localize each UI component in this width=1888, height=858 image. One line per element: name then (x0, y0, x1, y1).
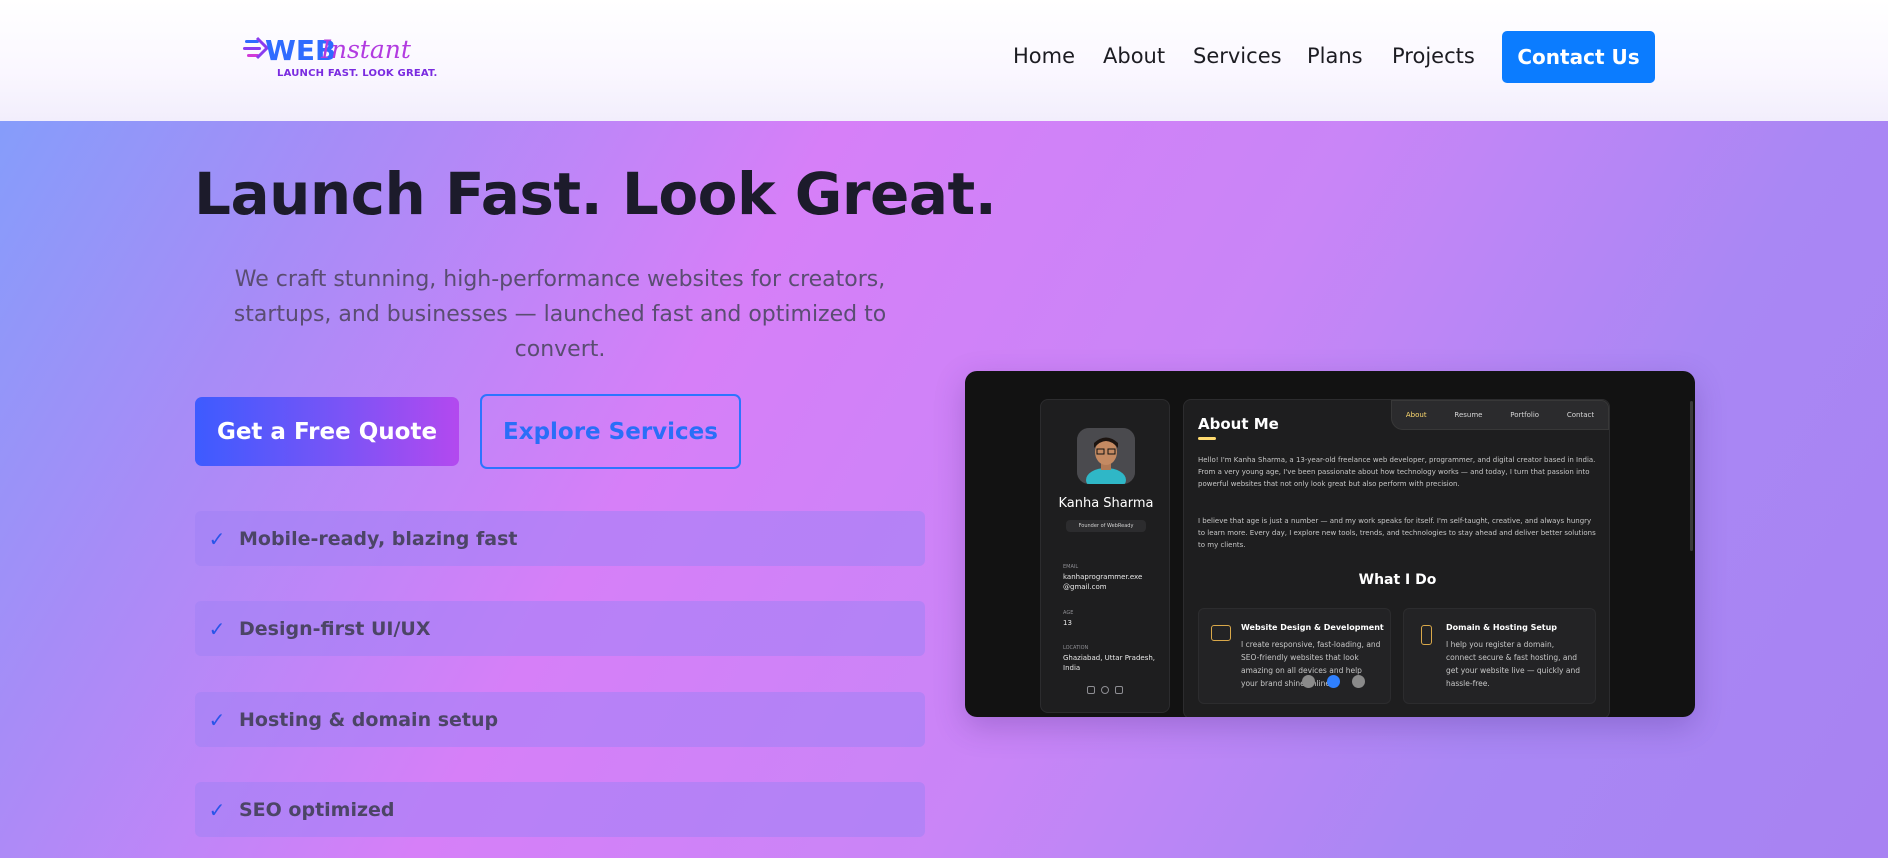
avatar (1077, 428, 1135, 484)
email-label: EMAIL (1063, 564, 1079, 570)
feature-label: Design-first UI/UX (239, 617, 431, 640)
feature-item: ✓ Design-first UI/UX (195, 601, 925, 656)
feature-label: SEO optimized (239, 798, 395, 821)
check-icon: ✓ (208, 797, 226, 822)
check-icon: ✓ (208, 526, 226, 551)
about-panel: About Resume Portfolio Contact About Me … (1183, 399, 1610, 717)
check-icon: ✓ (208, 707, 226, 732)
hero-subtitle: We craft stunning, high-performance webs… (233, 267, 887, 362)
feature-item: ✓ SEO optimized (195, 782, 925, 837)
explore-services-button[interactable]: Explore Services (480, 394, 741, 469)
service-title: Domain & Hosting Setup (1446, 623, 1558, 632)
preview-tabs: About Resume Portfolio Contact (1391, 400, 1609, 430)
linkedin-icon[interactable] (1087, 686, 1095, 694)
carousel-dot[interactable] (1302, 675, 1315, 688)
feature-label: Hosting & domain setup (239, 708, 499, 731)
about-heading: About Me (1198, 415, 1279, 433)
tab-portfolio[interactable]: Portfolio (1510, 411, 1539, 419)
age-value: 13 (1063, 619, 1072, 627)
email-value: kanhaprogrammer.exe @gmail.com (1063, 573, 1143, 591)
carousel-dot[interactable] (1352, 675, 1365, 688)
speed-lines-icon (243, 36, 270, 60)
carousel-dots (1302, 675, 1365, 688)
contact-us-button[interactable]: Contact Us (1502, 31, 1655, 83)
preview-scrollbar[interactable] (1690, 401, 1693, 551)
nav-services[interactable]: Services (1193, 44, 1282, 68)
code-icon (1211, 625, 1231, 641)
heading-underline (1198, 437, 1216, 440)
get-free-quote-button[interactable]: Get a Free Quote (195, 397, 459, 466)
profile-role: Founder of WebReady (1066, 520, 1146, 532)
logo-instant-text: Instant (320, 35, 412, 64)
feature-item: ✓ Mobile-ready, blazing fast (195, 511, 925, 566)
service-title: Website Design & Development (1241, 623, 1384, 632)
check-icon: ✓ (208, 616, 226, 641)
site-header: WEB Instant LAUNCH FAST. LOOK GREAT. Hom… (0, 0, 1888, 121)
profile-name: Kanha Sharma (1058, 496, 1154, 511)
hero-title: Launch Fast. Look Great. (194, 160, 997, 228)
profile-sidebar: Kanha Sharma Founder of WebReady EMAIL k… (1040, 399, 1170, 713)
nav-about[interactable]: About (1103, 44, 1165, 68)
service-card: Domain & Hosting Setup I help you regist… (1403, 608, 1596, 704)
mobile-icon (1421, 625, 1432, 645)
tab-contact[interactable]: Contact (1567, 411, 1594, 419)
portfolio-preview: Kanha Sharma Founder of WebReady EMAIL k… (965, 371, 1695, 717)
instagram-icon[interactable] (1115, 686, 1123, 694)
feature-item: ✓ Hosting & domain setup (195, 692, 925, 747)
about-paragraph: I believe that age is just a number — an… (1198, 517, 1596, 549)
tab-resume[interactable]: Resume (1454, 411, 1482, 419)
about-paragraph: Hello! I'm Kanha Sharma, a 13-year-old f… (1198, 456, 1596, 488)
what-i-do-heading: What I Do (1358, 572, 1437, 588)
age-label: AGE (1063, 610, 1074, 616)
carousel-dot-active[interactable] (1327, 675, 1340, 688)
location-label: LOCATION (1063, 645, 1089, 651)
service-card: Website Design & Development I create re… (1198, 608, 1391, 704)
nav-home[interactable]: Home (1013, 44, 1075, 68)
nav-projects[interactable]: Projects (1392, 44, 1475, 68)
avatar-image (1077, 428, 1135, 484)
whatsapp-icon[interactable] (1101, 686, 1109, 694)
social-links (1087, 686, 1123, 694)
service-text: I help you register a domain, connect se… (1446, 640, 1580, 688)
logo-tagline: LAUNCH FAST. LOOK GREAT. (277, 68, 438, 79)
feature-label: Mobile-ready, blazing fast (239, 527, 518, 550)
tab-about[interactable]: About (1406, 411, 1427, 419)
location-value: Ghaziabad, Uttar Pradesh, India (1063, 654, 1156, 672)
nav-plans[interactable]: Plans (1307, 44, 1363, 68)
